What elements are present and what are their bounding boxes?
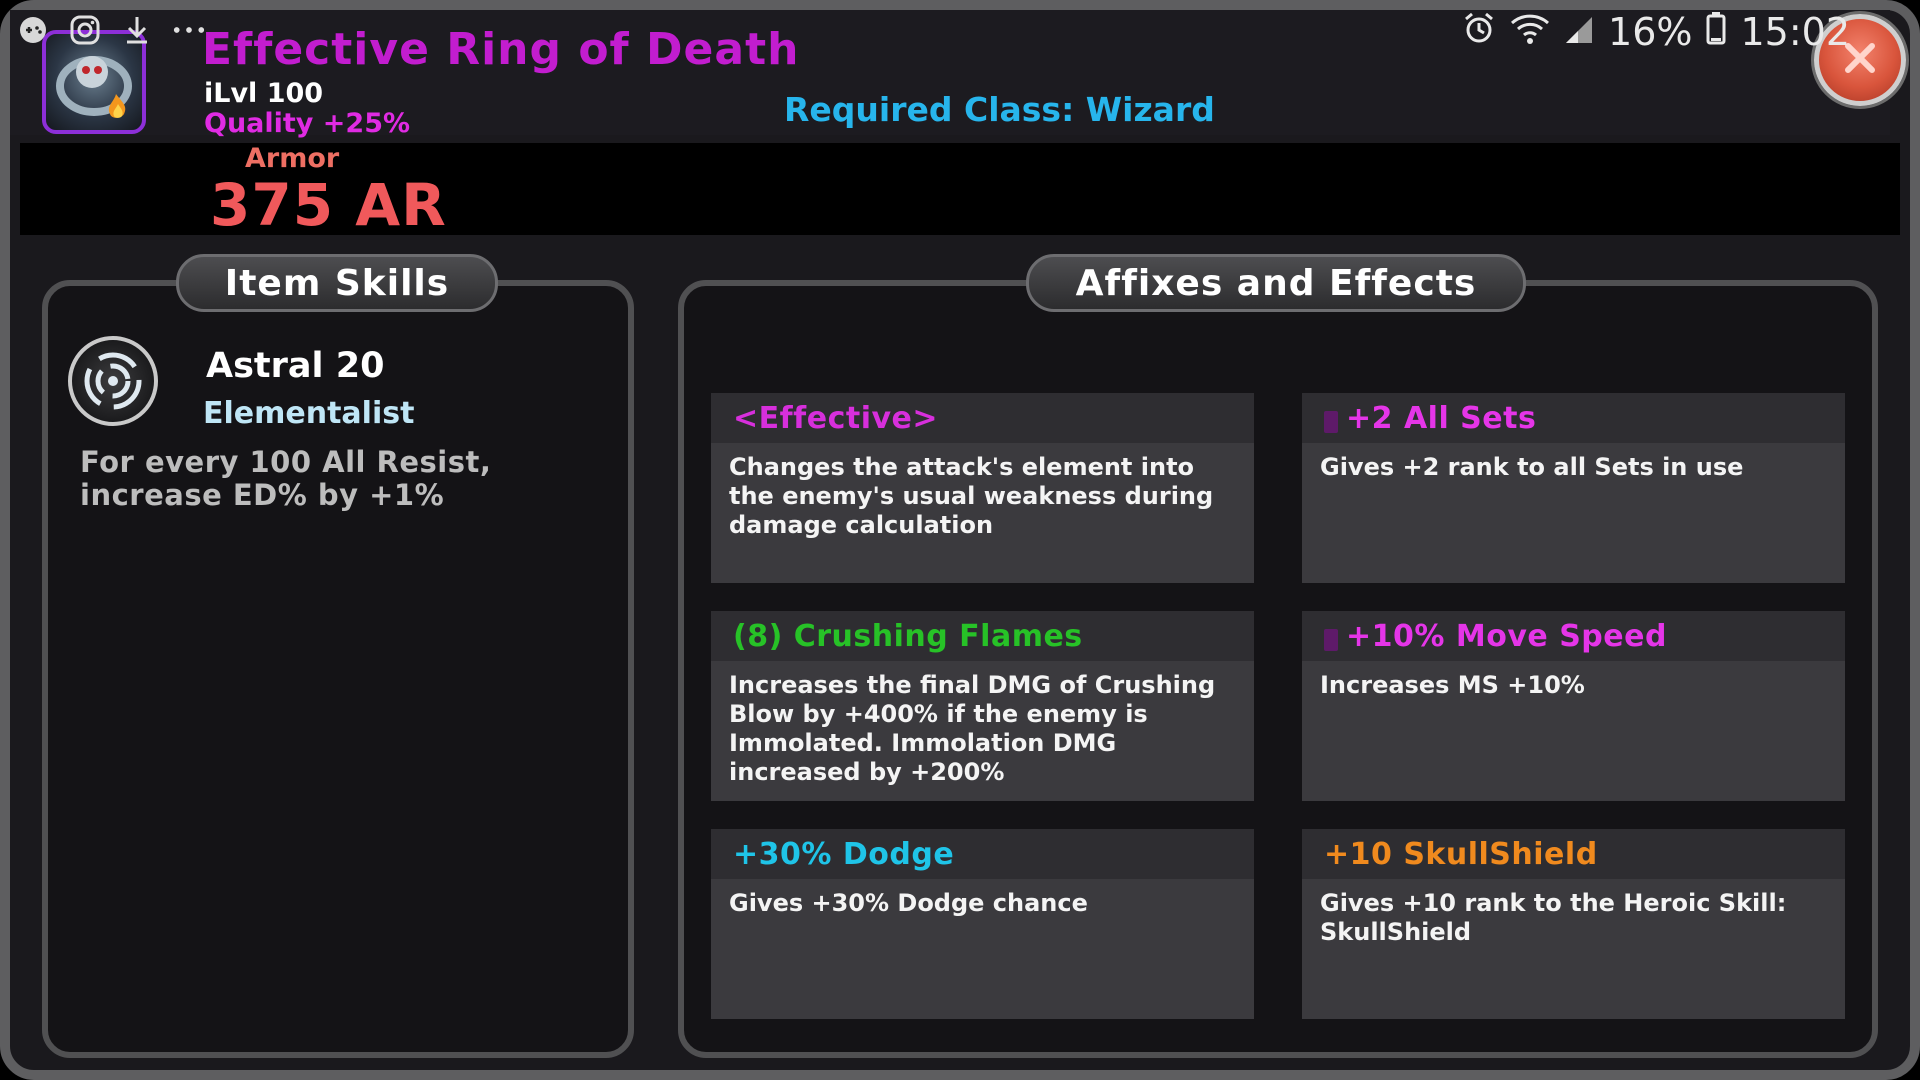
- more-dots-icon: [172, 13, 206, 47]
- affix-card: <Effective> Changes the attack's element…: [711, 393, 1254, 583]
- affix-title: +30% Dodge: [733, 836, 955, 872]
- instagram-icon: [68, 13, 102, 47]
- alarm-icon: [1462, 10, 1496, 54]
- skill-class: Elementalist: [203, 396, 415, 431]
- affix-title-row: +2 All Sets: [1302, 393, 1845, 443]
- affix-title-row: (8) Crushing Flames: [711, 611, 1254, 661]
- skill-description: For every 100 All Resist, increase ED% b…: [80, 445, 492, 512]
- status-bar-right: 16% 15:02: [1462, 10, 1850, 54]
- item-title: Effective Ring of Death: [202, 24, 800, 75]
- signal-icon: [1564, 10, 1594, 54]
- affix-description: Gives +2 rank to all Sets in use: [1320, 453, 1744, 481]
- affix-title: +10% Move Speed: [1346, 618, 1667, 654]
- affix-title-row: +10% Move Speed: [1302, 611, 1845, 661]
- affix-card: +30% Dodge Gives +30% Dodge chance: [711, 829, 1254, 1019]
- item-level: iLvl 100: [204, 78, 324, 109]
- affix-description: Increases MS +10%: [1320, 671, 1585, 699]
- affix-card: +2 All Sets Gives +2 rank to all Sets in…: [1302, 393, 1845, 583]
- affix-title: +10 SkullShield: [1324, 836, 1598, 872]
- affix-title: +2 All Sets: [1346, 400, 1537, 436]
- required-class: Required Class: Wizard: [784, 90, 1215, 129]
- battery-icon: [1706, 10, 1726, 54]
- item-skills-tab: Item Skills: [176, 254, 498, 312]
- affix-card: +10% Move Speed Increases MS +10%: [1302, 611, 1845, 801]
- affix-title-row: <Effective>: [711, 393, 1254, 443]
- astral-swirl-icon[interactable]: [68, 336, 158, 426]
- affix-title-row: +30% Dodge: [711, 829, 1254, 879]
- armor-value: 375 AR: [210, 171, 447, 239]
- affix-title: <Effective>: [733, 400, 939, 436]
- wifi-icon: [1510, 10, 1550, 54]
- affix-title-row: +10 SkullShield: [1302, 829, 1845, 879]
- affix-description: Gives +10 rank to the Heroic Skill: Skul…: [1320, 889, 1787, 946]
- item-quality: Quality +25%: [204, 108, 411, 139]
- affixes-effects-tab: Affixes and Effects: [1026, 254, 1526, 312]
- download-icon: [120, 13, 154, 47]
- affix-card: +10 SkullShield Gives +10 rank to the He…: [1302, 829, 1845, 1019]
- affix-title: (8) Crushing Flames: [733, 618, 1083, 654]
- affix-description: Changes the attack's element into the en…: [729, 453, 1214, 539]
- armor-stats: Armor 375 AR: [20, 143, 1900, 239]
- skill-name: Astral 20: [206, 346, 385, 386]
- affix-description: Gives +30% Dodge chance: [729, 889, 1088, 917]
- clock-time: 15:02: [1740, 10, 1850, 54]
- affix-card: (8) Crushing Flames Increases the final …: [711, 611, 1254, 801]
- affix-description: Increases the final DMG of Crushing Blow…: [729, 671, 1216, 786]
- gem-socket-icon: [1324, 629, 1338, 651]
- game-controller-icon: [16, 13, 50, 47]
- gem-socket-icon: [1324, 411, 1338, 433]
- armor-label: Armor: [245, 143, 340, 174]
- battery-percent: 16%: [1608, 10, 1693, 54]
- status-bar-left: [16, 10, 206, 50]
